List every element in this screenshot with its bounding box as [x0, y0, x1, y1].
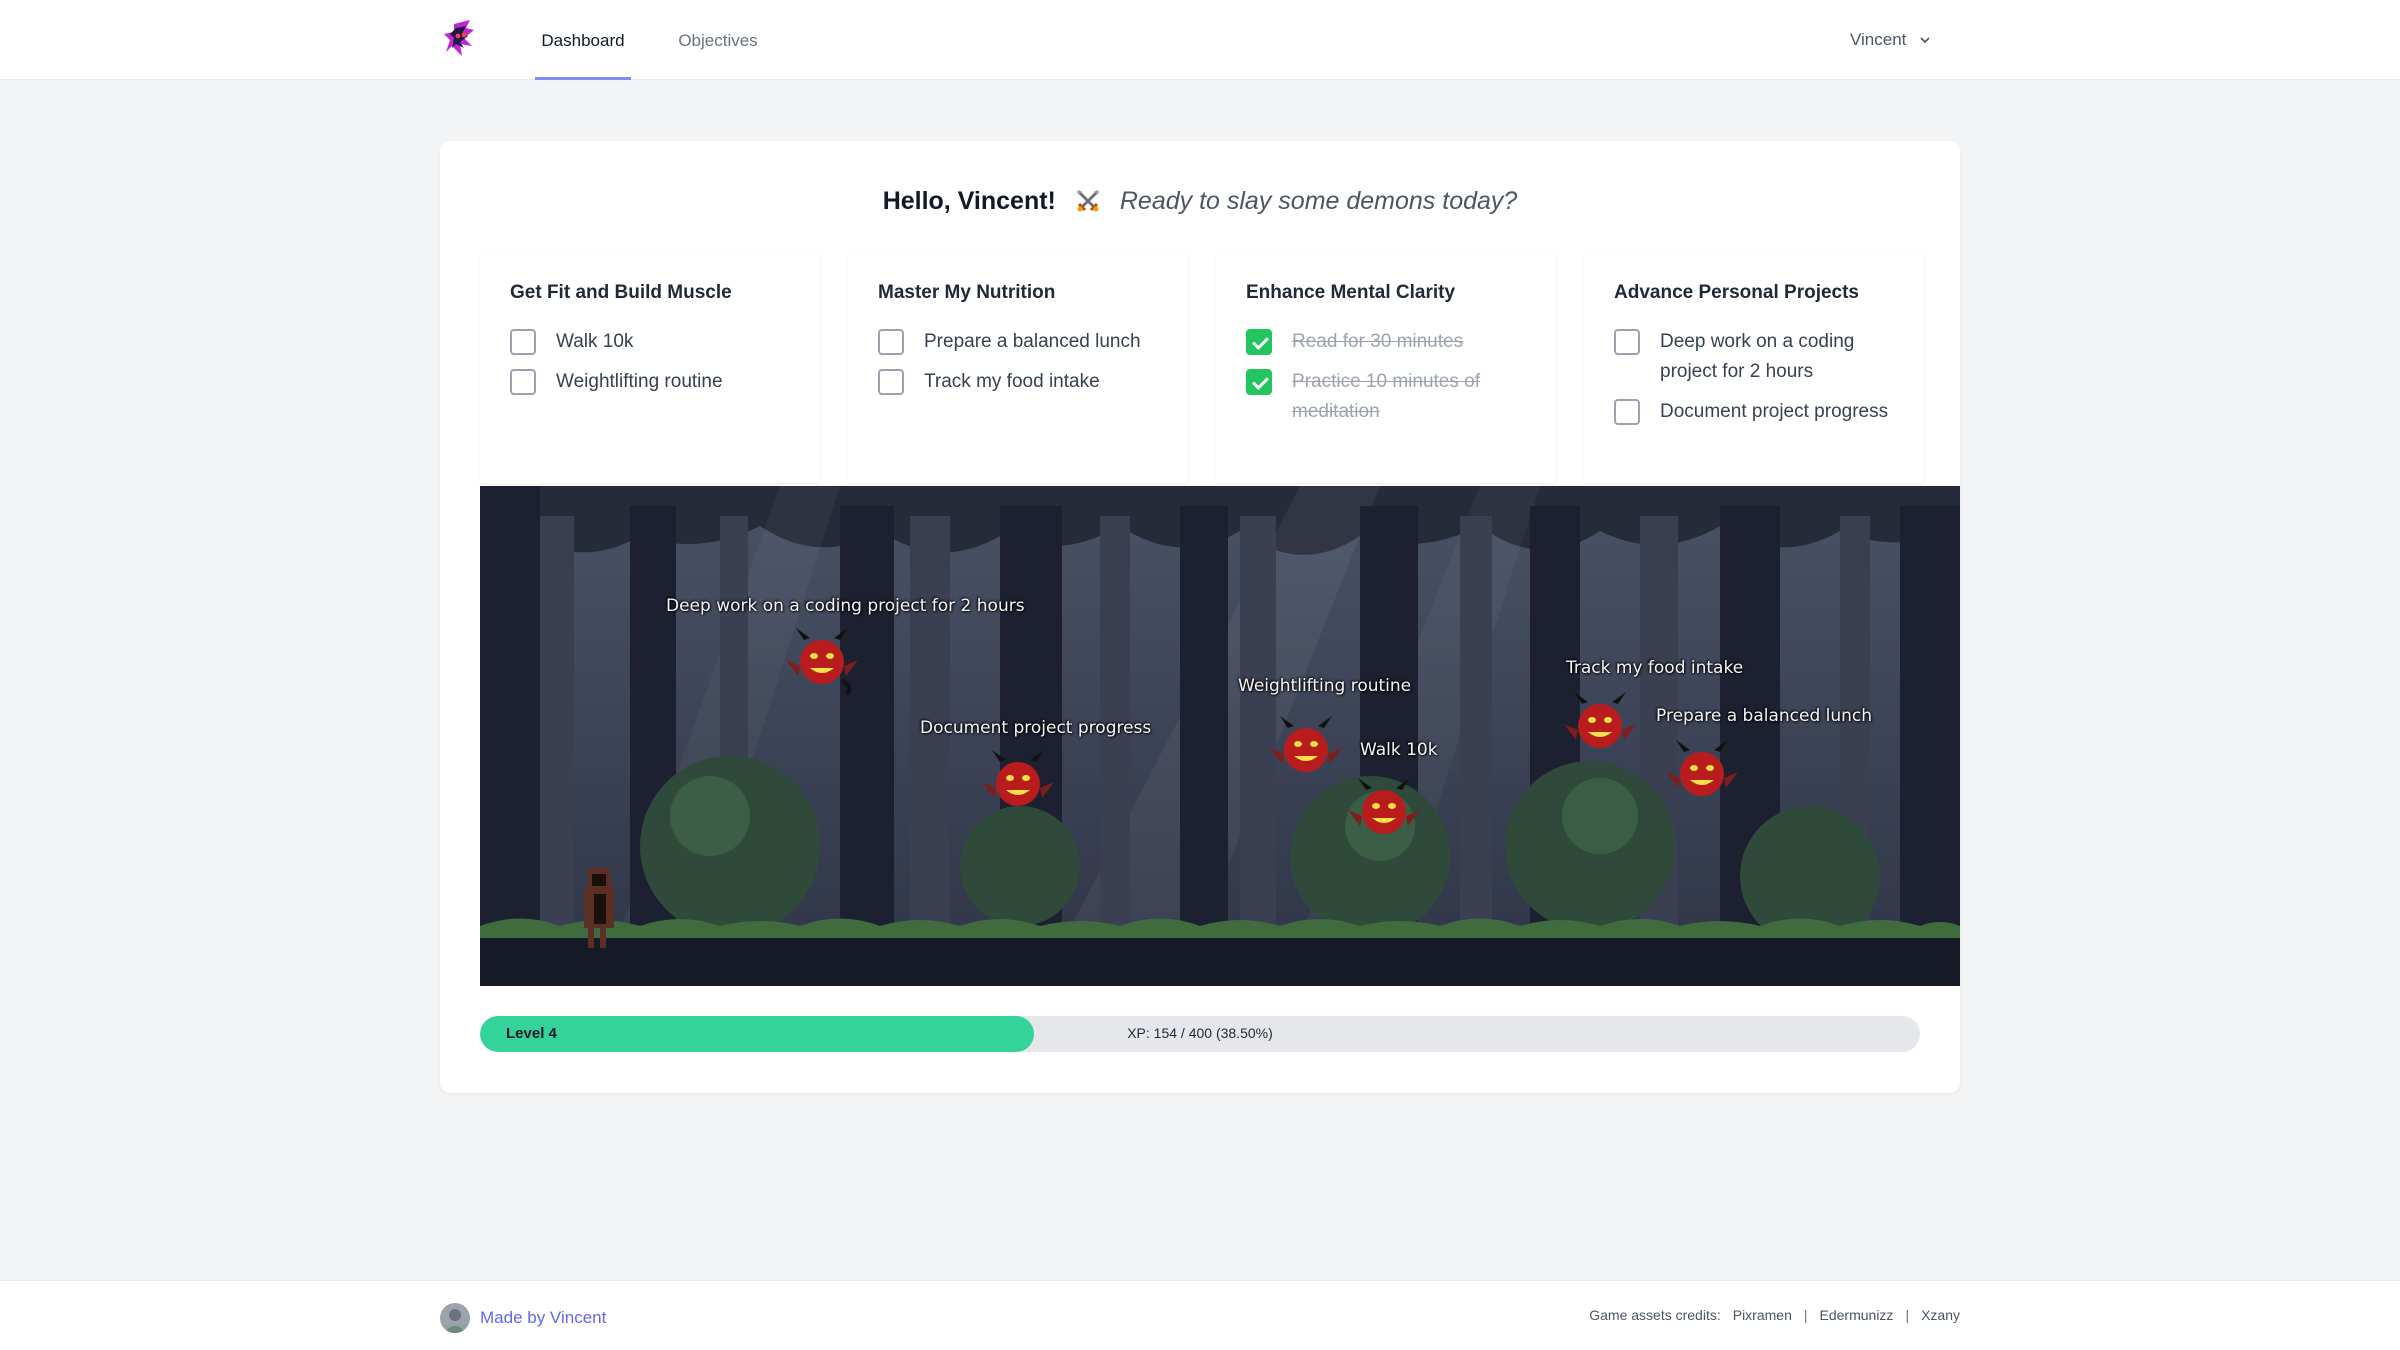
objective-title: Enhance Mental Clarity — [1246, 282, 1456, 303]
avatar — [440, 1303, 470, 1333]
objective-title: Advance Personal Projects — [1614, 282, 1859, 303]
task-item[interactable]: Prepare a balanced lunch — [878, 327, 1158, 357]
demon-icon[interactable] — [784, 626, 860, 696]
enemy-label: Walk 10k — [1360, 740, 1438, 760]
task-label: Practice 10 minutes of meditation — [1292, 371, 1480, 422]
demon-icon[interactable] — [1268, 714, 1344, 784]
enemy-label: Document project progress — [920, 718, 1152, 738]
logo-icon[interactable] — [440, 16, 484, 62]
greeting: Hello, Vincent! Ready to slay some demon… — [440, 181, 1960, 221]
tab-objectives[interactable]: Objectives — [669, 0, 767, 80]
task-checkbox[interactable] — [1614, 329, 1640, 355]
objective-card: Enhance Mental Clarity Read for 30 minut… — [1216, 253, 1556, 483]
forest-background — [480, 486, 1960, 986]
task-checkbox[interactable] — [878, 369, 904, 395]
task-item[interactable]: Practice 10 minutes of meditation — [1246, 367, 1526, 427]
separator: | — [1905, 1307, 1910, 1323]
task-item[interactable]: Document project progress — [1614, 397, 1894, 427]
task-checkbox[interactable] — [878, 329, 904, 355]
task-checkbox-checked[interactable] — [1246, 369, 1272, 395]
task-label: Read for 30 minutes — [1292, 331, 1464, 352]
demon-icon[interactable] — [1562, 690, 1638, 760]
task-checkbox[interactable] — [510, 329, 536, 355]
xp-progress-bar: Level 4 XP: 154 / 400 (38.50%) — [480, 1016, 1920, 1052]
credits: Game assets credits: Pixramen | Edermuni… — [1589, 1307, 1960, 1323]
user-menu[interactable]: Vincent — [1850, 26, 1932, 54]
task-item[interactable]: Track my food intake — [878, 367, 1158, 397]
enemy-label: Weightlifting routine — [1238, 676, 1412, 696]
credit-link[interactable]: Pixramen — [1733, 1307, 1792, 1323]
objective-card: Advance Personal Projects Deep work on a… — [1584, 253, 1924, 483]
task-item[interactable]: Walk 10k — [510, 327, 790, 357]
hero-character-icon — [584, 868, 614, 948]
objective-card: Get Fit and Build Muscle Walk 10k Weight… — [480, 253, 820, 483]
enemy-label: Track my food intake — [1566, 658, 1744, 678]
credit-link[interactable]: Edermunizz — [1820, 1307, 1894, 1323]
task-checkbox-checked[interactable] — [1246, 329, 1272, 355]
dashboard-card: Hello, Vincent! Ready to slay some demon… — [440, 141, 1960, 1093]
greeting-tagline: Ready to slay some demons today? — [1119, 186, 1518, 215]
game-canvas[interactable]: Deep work on a coding project for 2 hour… — [480, 486, 1960, 986]
made-by: Made by Vincent — [440, 1303, 606, 1333]
xp-text: XP: 154 / 400 (38.50%) — [1127, 1025, 1273, 1041]
footer: Made by Vincent Game assets credits: Pix… — [0, 1280, 2400, 1350]
tab-dashboard[interactable]: Dashboard — [535, 0, 631, 80]
task-label: Prepare a balanced lunch — [924, 331, 1141, 352]
chevron-down-icon — [1920, 37, 1930, 44]
demon-icon[interactable] — [1346, 776, 1422, 846]
greeting-hello: Hello, Vincent! — [882, 186, 1056, 215]
task-checkbox[interactable] — [1614, 399, 1640, 425]
enemy-label: Prepare a balanced lunch — [1656, 706, 1873, 726]
crossed-swords-icon — [1076, 189, 1099, 212]
user-name: Vincent — [1850, 30, 1907, 49]
task-item[interactable]: Deep work on a coding project for 2 hour… — [1614, 327, 1894, 387]
demon-icon[interactable] — [1664, 738, 1740, 808]
objective-card: Master My Nutrition Prepare a balanced l… — [848, 253, 1188, 483]
credit-link[interactable]: Xzany — [1921, 1307, 1960, 1323]
task-item[interactable]: Read for 30 minutes — [1246, 327, 1526, 357]
task-label: Weightlifting routine — [556, 371, 723, 392]
task-label: Document project progress — [1660, 401, 1889, 422]
credits-label: Game assets credits: — [1589, 1307, 1721, 1323]
objectives-grid: Get Fit and Build Muscle Walk 10k Weight… — [480, 253, 1924, 483]
objective-title: Get Fit and Build Muscle — [510, 282, 732, 303]
task-label: Walk 10k — [556, 331, 634, 352]
enemy-label: Deep work on a coding project for 2 hour… — [666, 596, 1025, 616]
top-navbar: Dashboard Objectives Vincent — [0, 0, 2400, 80]
task-checkbox[interactable] — [510, 369, 536, 395]
task-label: Track my food intake — [924, 371, 1100, 392]
made-by-link[interactable]: Made by Vincent — [480, 1308, 606, 1328]
separator: | — [1803, 1307, 1808, 1323]
demon-icon[interactable] — [980, 748, 1056, 818]
task-label: Deep work on a coding project for 2 hour… — [1660, 331, 1855, 382]
task-item[interactable]: Weightlifting routine — [510, 367, 790, 397]
objective-title: Master My Nutrition — [878, 282, 1056, 303]
